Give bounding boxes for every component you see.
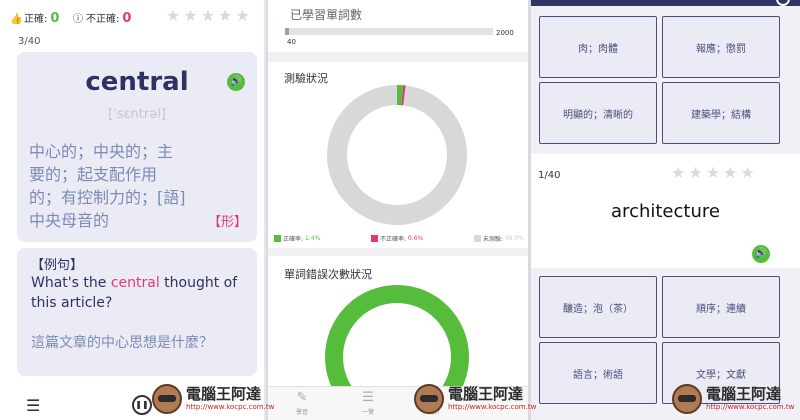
star-icon[interactable]: ★ — [166, 8, 180, 24]
legend-label: 未測驗: — [482, 236, 503, 243]
legend-value: 98.0% — [504, 235, 524, 242]
tab-study[interactable]: ✎ 學習 — [282, 390, 322, 417]
star-icon[interactable]: ★ — [706, 165, 720, 181]
options-top: 肉；肉體 報應；懲罰 明顯的；清晰的 建築學；結構 — [531, 6, 800, 154]
rating-stars[interactable]: ★ ★ ★ ★ ★ — [166, 8, 250, 24]
statistics-panel: 已學習單詞數 40 2000 測驗狀況 正確率: 1.4% 不正確率: 0.6% 未… — [268, 0, 528, 420]
learned-progress-bar — [285, 28, 493, 35]
legend-swatch — [473, 235, 481, 242]
meaning-line: 的；有控制力的；[語] — [29, 188, 186, 207]
flashcard-panel: 👍 正確: 0 ⓘ 不正確: 0 ★ ★ ★ ★ ★ 3/40 central 🔊 [ˈ… — [0, 0, 266, 420]
example-card: 【例句】 What's the central thought of this … — [17, 248, 257, 376]
mascot-logo — [672, 384, 702, 414]
example-sentence: What's the central thought of this artic… — [31, 273, 251, 313]
answer-option[interactable]: 報應；懲罰 — [662, 16, 780, 78]
correct-count: 0 — [50, 11, 60, 26]
watermark-url: http://www.kocpc.com.tw — [186, 403, 275, 411]
chart-legend: 正確率: 1.4% 不正確率: 0.6% 未測驗: 98.0% — [274, 234, 524, 243]
section-gap — [268, 248, 528, 256]
part-of-speech: 【形】 — [207, 215, 247, 230]
error-status-title: 單詞錯誤次數狀況 — [284, 268, 372, 281]
meaning-line: 要的；起支配作用 — [29, 165, 158, 184]
error-status-chart — [325, 285, 469, 388]
legend-swatch — [370, 235, 378, 242]
phonetic: [ˈsɛntrəl] — [108, 107, 166, 122]
star-icon[interactable]: ★ — [183, 8, 197, 24]
answer-option[interactable]: 建築學；結構 — [662, 82, 780, 144]
learned-min: 40 — [287, 38, 296, 46]
donut-slice-2 — [327, 85, 467, 225]
star-icon[interactable]: ★ — [740, 165, 754, 181]
learned-max: 2000 — [496, 29, 514, 37]
learned-progress-fill — [285, 28, 290, 35]
mascot-logo — [152, 384, 182, 414]
legend-item: 未測驗: 98.0% — [473, 234, 524, 243]
meaning: 中心的；中央的；主 要的；起支配作用 的；有控制力的；[語] 中央母音的 — [29, 140, 207, 232]
watermark: 電腦王阿達 http://www.kocpc.com.tw — [672, 381, 794, 417]
error-ring — [325, 285, 469, 388]
legend-swatch — [274, 235, 281, 242]
answer-option[interactable]: 語言；術語 — [539, 342, 657, 404]
mascot-logo — [414, 384, 444, 414]
learned-title: 已學習單詞數 — [290, 8, 363, 22]
watermark-title: 電腦王阿達 — [186, 385, 262, 403]
vocab-word: central — [85, 67, 189, 97]
section-gap — [268, 52, 528, 62]
star-icon[interactable]: ★ — [201, 8, 215, 24]
answer-option[interactable]: 肉；肉體 — [539, 16, 657, 78]
speaker-icon[interactable]: 🔊 — [752, 245, 770, 263]
thumbs-up-icon: 👍 — [10, 14, 23, 25]
quiz-panel: 肉；肉體 報應；懲罰 明顯的；清晰的 建築學；結構 1/40 ★ ★ ★ ★ ★… — [531, 0, 800, 420]
correct-score: 👍 正確: 0 — [10, 10, 59, 26]
legend-label: 不正確率: — [379, 236, 406, 243]
tab-list[interactable]: ☰ 一覽 — [348, 390, 388, 417]
word-card[interactable]: central 🔊 [ˈsɛntrəl] 中心的；中央的；主 要的；起支配作用 … — [17, 52, 257, 242]
legend-item: 不正確率: 0.6% — [370, 234, 424, 243]
legend-label: 正確率: — [283, 236, 304, 243]
pencil-icon: ✎ — [296, 390, 308, 405]
test-status-chart — [327, 85, 467, 225]
watermark: 電腦王阿達 http://www.kocpc.com.tw — [414, 381, 536, 417]
legend-value: 0.6% — [407, 235, 424, 242]
star-icon[interactable]: ★ — [723, 165, 737, 181]
exclamation-circle-icon: ⓘ — [73, 14, 83, 25]
incorrect-count: 0 — [122, 11, 132, 26]
watermark: 電腦王阿達 http://www.kocpc.com.tw — [152, 381, 274, 417]
example-translation: 這篇文章的中心思想是什麼？ — [31, 335, 213, 351]
star-icon[interactable]: ★ — [218, 8, 232, 24]
incorrect-label: 不正確: — [86, 14, 120, 25]
example-highlight: central — [110, 275, 160, 291]
example-text: What's the — [31, 275, 111, 291]
example-label: 【例句】 — [31, 258, 84, 273]
list-icon: ☰ — [362, 390, 374, 405]
watermark-url: http://www.kocpc.com.tw — [706, 403, 795, 411]
legend-value: 1.4% — [305, 235, 321, 242]
speaker-icon[interactable]: 🔊 — [227, 73, 245, 91]
learned-section: 已學習單詞數 40 2000 — [268, 0, 528, 52]
card-counter: 1/40 — [538, 170, 561, 181]
sliders-icon[interactable]: ☰ — [26, 396, 40, 415]
legend-item: 正確率: 1.4% — [274, 234, 320, 243]
meaning-line: 中心的；中央的；主 — [29, 142, 174, 161]
answer-option[interactable]: 明顯的；清晰的 — [539, 82, 657, 144]
rating-stars[interactable]: ★ ★ ★ ★ ★ — [671, 165, 755, 181]
star-icon[interactable]: ★ — [688, 165, 702, 181]
tab-label: 學習 — [295, 409, 308, 416]
quiz-word: architecture — [611, 201, 720, 222]
star-icon[interactable]: ★ — [235, 8, 249, 24]
meaning-line: 中央母音的 — [29, 211, 110, 230]
pause-button[interactable]: ❚❚ — [132, 395, 152, 415]
card-counter: 3/40 — [18, 36, 41, 47]
watermark-title: 電腦王阿達 — [706, 385, 782, 403]
answer-option[interactable]: 釀造；泡（茶） — [539, 276, 657, 338]
correct-label: 正確: — [24, 14, 48, 25]
star-icon[interactable]: ★ — [671, 165, 685, 181]
tab-label: 一覽 — [361, 409, 374, 416]
incorrect-score: ⓘ 不正確: 0 — [72, 10, 131, 26]
watermark-url: http://www.kocpc.com.tw — [448, 403, 537, 411]
answer-option[interactable]: 順序；連續 — [662, 276, 780, 338]
score-bar: 👍 正確: 0 ⓘ 不正確: 0 ★ ★ ★ ★ ★ — [0, 0, 264, 30]
watermark-title: 電腦王阿達 — [448, 385, 524, 403]
